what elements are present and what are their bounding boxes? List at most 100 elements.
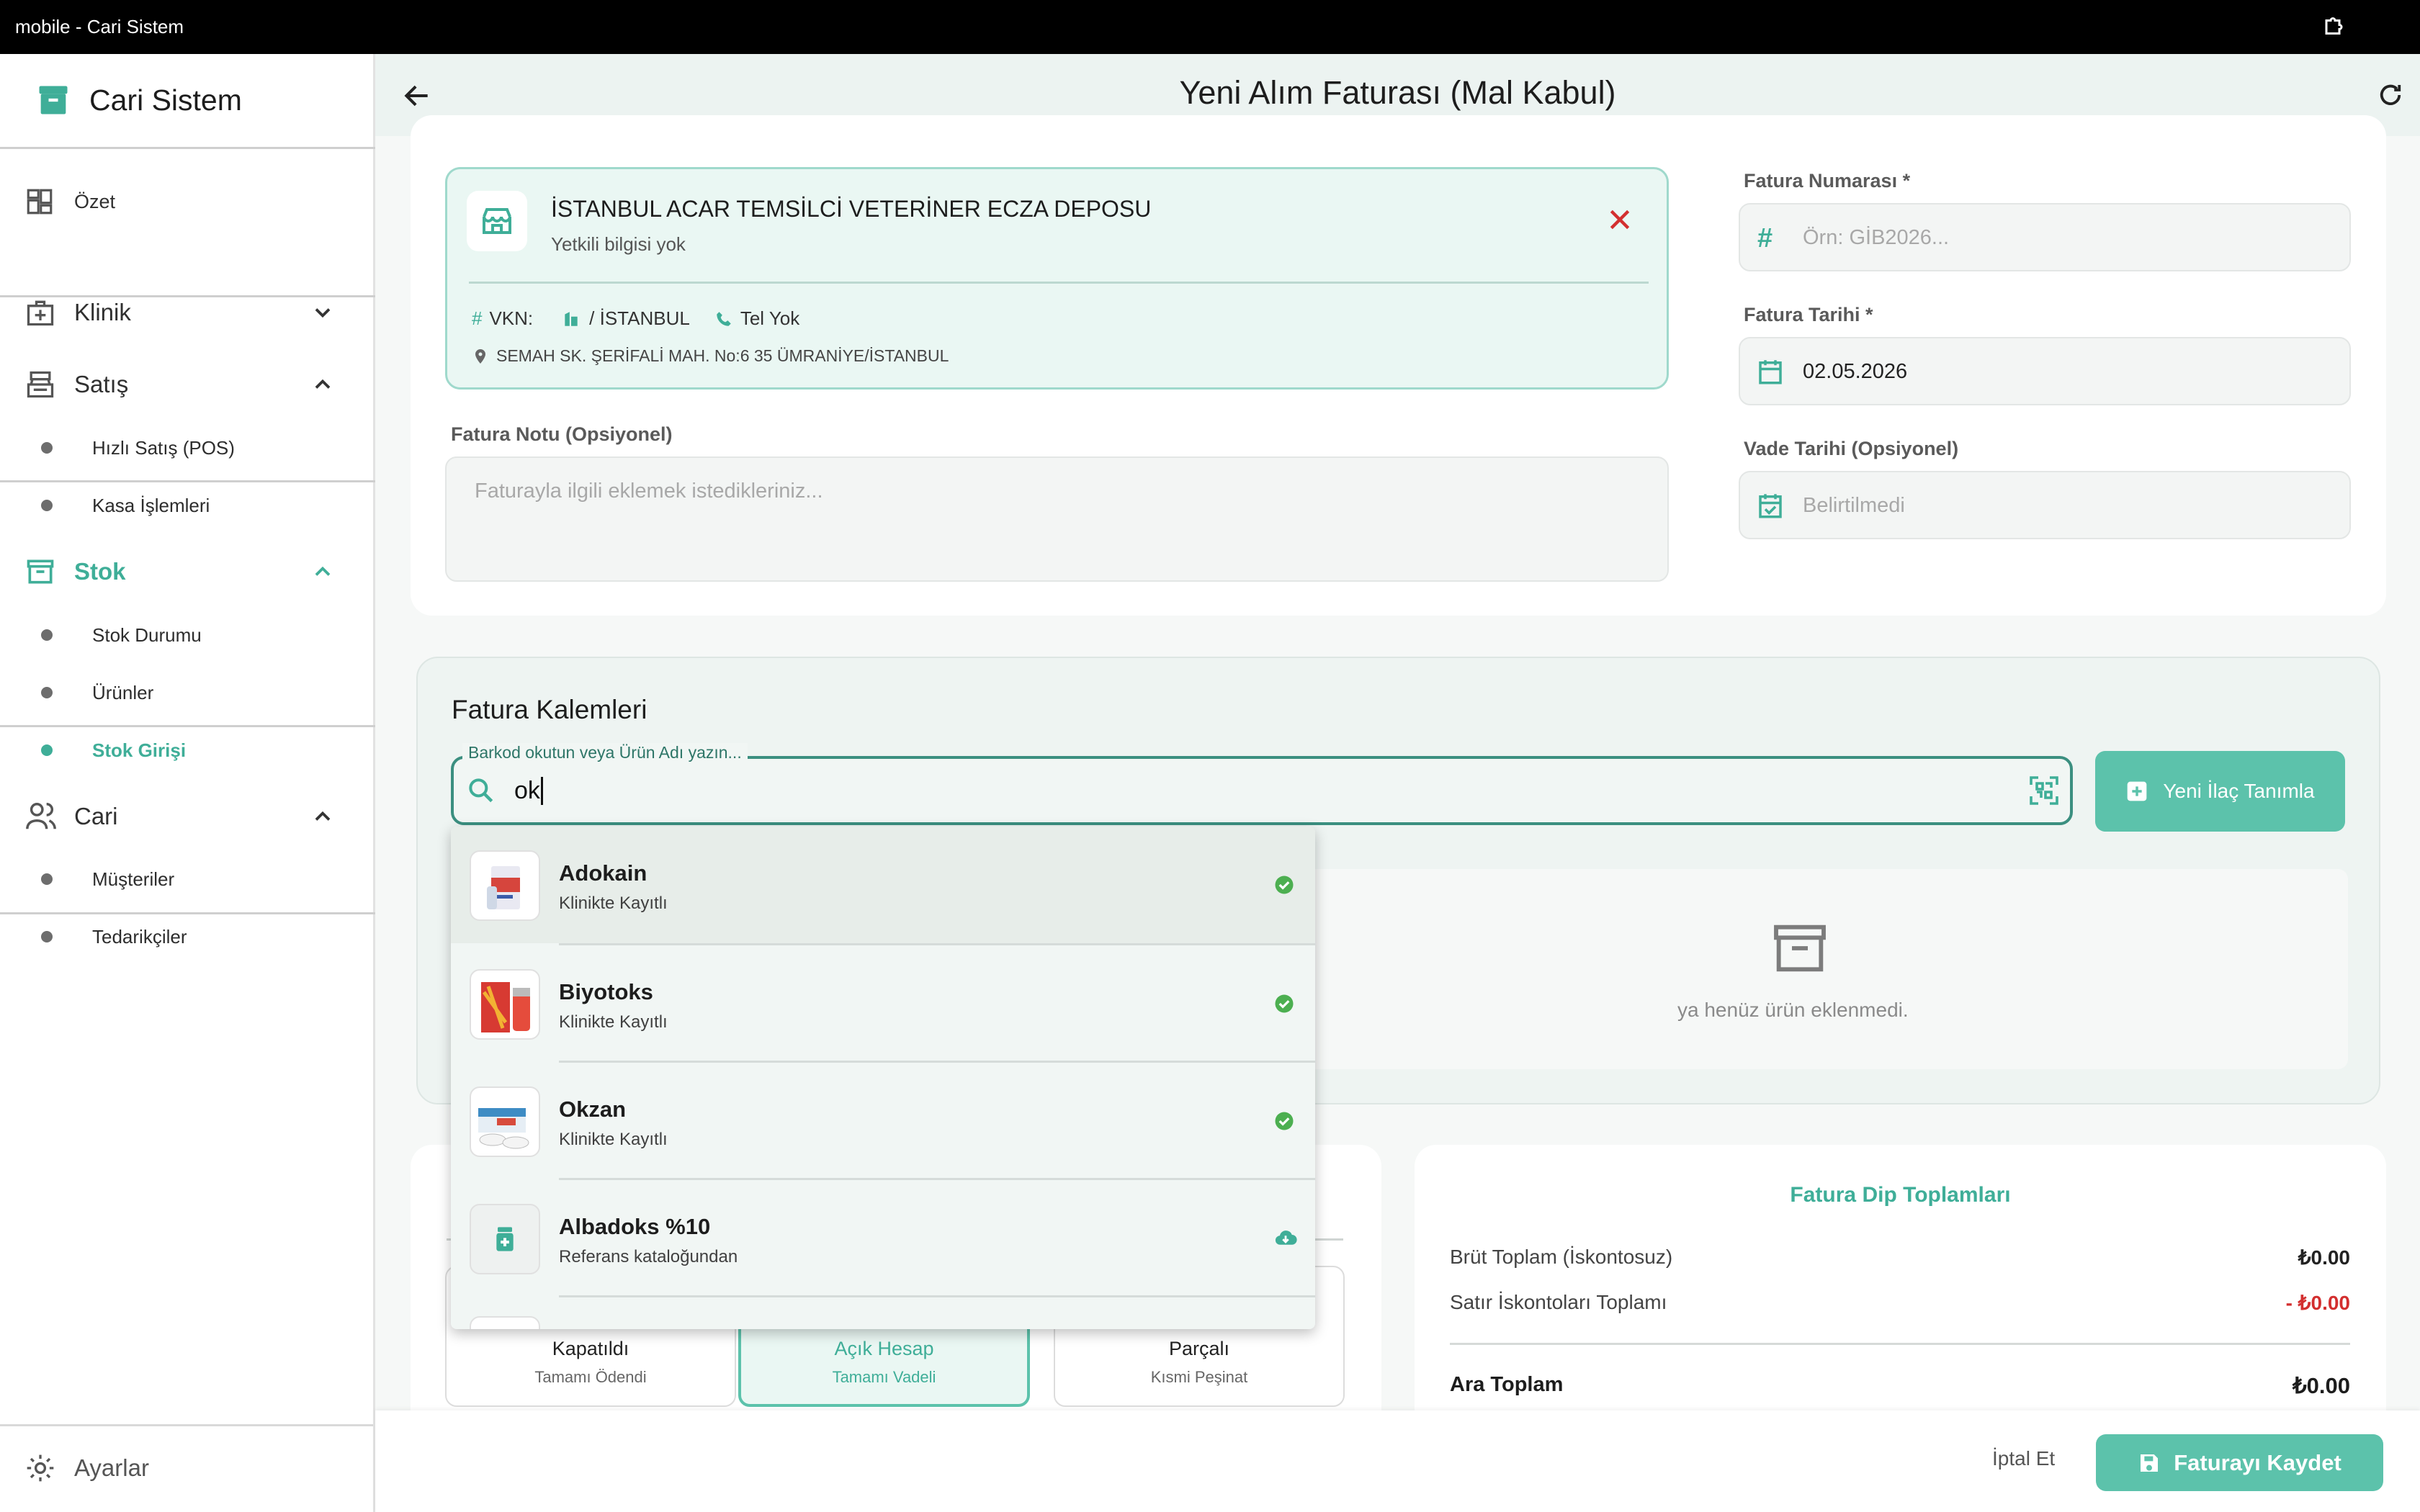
invoice-date-value: 02.05.2026 xyxy=(1803,360,1908,383)
product-thumbnail xyxy=(470,969,540,1040)
divider xyxy=(0,480,375,482)
hash-icon: # xyxy=(1757,223,1773,253)
suggestion-item-albadoks[interactable]: Albadoks %10 Referans kataloğundan xyxy=(451,1180,1315,1297)
vkn-label: VKN: xyxy=(489,307,534,329)
sidebar-item-hizli-satis[interactable]: Hızlı Satış (POS) xyxy=(0,423,373,473)
suggestion-sub: Referans kataloğundan xyxy=(559,1247,738,1266)
suggestion-name: Albadoks %10 xyxy=(559,1214,711,1239)
sidebar-item-label: Ürünler xyxy=(92,681,154,703)
empty-text: ya henüz ürün eklenmedi. xyxy=(1677,999,1909,1021)
product-search-input[interactable]: Barkod okutun veya Ürün Adı yazın... ok xyxy=(451,743,2073,825)
discount-label: Satır İskontoları Toplamı xyxy=(1450,1291,1667,1313)
product-thumbnail xyxy=(470,1316,540,1329)
bullet xyxy=(41,873,53,885)
gear-icon xyxy=(24,1452,56,1484)
note-textarea[interactable]: Faturayla ilgili eklemek istedikleriniz.… xyxy=(445,456,1669,582)
invoice-number-label: Fatura Numarası * xyxy=(1744,170,1911,192)
suggestion-item-biyotoks[interactable]: Biyotoks Klinikte Kayıtlı xyxy=(451,945,1315,1062)
bullet xyxy=(41,442,53,454)
supplier-meta: # VKN: / İSTANBUL Tel Yok xyxy=(472,307,799,330)
location-pin-icon xyxy=(472,348,489,365)
search-value: ok xyxy=(514,777,543,805)
subtotal-label: Ara Toplam xyxy=(1450,1373,1564,1396)
bullet xyxy=(41,629,53,641)
sidebar-item-stok-girisi[interactable]: Stok Girişi xyxy=(0,725,373,775)
supplier-address-row: SEMAH SK. ŞERİFALİ MAH. No:6 35 ÜMRANİYE… xyxy=(472,346,949,366)
sidebar-item-label: Klinik xyxy=(74,299,131,325)
divider xyxy=(0,147,375,149)
new-medicine-button[interactable]: Yeni İlaç Tanımla xyxy=(2095,751,2345,832)
suggestion-name: Biyotoks xyxy=(559,979,653,1004)
supplier-card: İSTANBUL ACAR TEMSİLCİ VETERİNER ECZA DE… xyxy=(445,167,1669,390)
plus-box-icon xyxy=(2125,780,2148,803)
note-label: Fatura Notu (Opsiyonel) xyxy=(451,423,673,445)
sidebar-item-urunler[interactable]: Ürünler xyxy=(0,667,373,718)
invoice-date-field[interactable]: 02.05.2026 xyxy=(1739,337,2351,405)
phone-icon xyxy=(714,310,733,328)
sidebar-item-stok-durumu[interactable]: Stok Durumu xyxy=(0,610,373,660)
sidebar-item-label: Stok Durumu xyxy=(92,624,202,646)
check-circle-icon xyxy=(1273,993,1295,1014)
invoice-number-field[interactable]: # Örn: GİB2026... xyxy=(1739,203,2351,271)
save-icon xyxy=(2138,1452,2161,1475)
save-invoice-button[interactable]: Faturayı Kaydet xyxy=(2096,1434,2383,1491)
gross-value: ₺0.00 xyxy=(2298,1246,2350,1269)
sidebar-item-label: Hızlı Satış (POS) xyxy=(92,436,235,459)
sidebar-item-kasa-islemleri[interactable]: Kasa İşlemleri xyxy=(0,480,373,531)
section-title: Fatura Kalemleri xyxy=(452,695,647,724)
search-floating-label: Barkod okutun veya Ürün Adı yazın... xyxy=(462,743,748,762)
barcode-scan-icon[interactable] xyxy=(2027,773,2061,808)
payment-option-title: Kapatıldı xyxy=(552,1338,629,1359)
note-placeholder: Faturayla ilgili eklemek istedikleriniz.… xyxy=(475,480,823,503)
sidebar-item-ozet[interactable]: Özet xyxy=(0,176,373,227)
due-date-label: Vade Tarihi (Opsiyonel) xyxy=(1744,438,1959,459)
archive-icon xyxy=(24,556,56,588)
suggestion-item-adokain[interactable]: Adokain Klinikte Kayıtlı xyxy=(451,827,1315,943)
medical-bag-icon xyxy=(24,297,56,328)
divider xyxy=(559,1295,1315,1297)
sidebar-item-cari[interactable]: Cari xyxy=(0,791,373,842)
supplier-city: / İSTANBUL xyxy=(589,307,690,329)
sidebar-item-musteriler[interactable]: Müşteriler xyxy=(0,854,373,904)
sidebar-item-label: Müşteriler xyxy=(92,868,175,890)
close-icon[interactable] xyxy=(1605,205,1634,234)
divider xyxy=(0,295,375,297)
calendar-icon xyxy=(1755,356,1785,387)
due-date-field[interactable]: Belirtilmedi xyxy=(1739,471,2351,539)
people-icon xyxy=(24,800,58,833)
sidebar-item-satis[interactable]: Satış xyxy=(0,359,373,410)
sidebar-item-tedarikciler[interactable]: Tedarikçiler xyxy=(0,912,373,962)
extension-icon[interactable] xyxy=(2322,13,2348,39)
cash-register-icon xyxy=(24,369,56,400)
sidebar-item-ayarlar[interactable]: Ayarlar xyxy=(0,1435,373,1501)
sidebar-item-label: Cari xyxy=(74,803,118,829)
chevron-up-icon xyxy=(310,559,336,585)
invoice-date-label: Fatura Tarihi * xyxy=(1744,304,1873,325)
chevron-up-icon xyxy=(310,372,336,397)
product-thumbnail xyxy=(470,850,540,921)
refresh-icon[interactable] xyxy=(2375,80,2406,110)
supplier-phone: Tel Yok xyxy=(740,307,800,329)
payment-option-title: Açık Hesap xyxy=(834,1338,934,1359)
suggestion-sub: Klinikte Kayıtlı xyxy=(559,1012,668,1032)
sidebar-item-stok[interactable]: Stok xyxy=(0,546,373,597)
sidebar-item-label: Kasa İşlemleri xyxy=(92,494,210,516)
sidebar-item-label: Satış xyxy=(74,371,129,397)
footer-bar: İptal Et Faturayı Kaydet xyxy=(375,1410,2420,1512)
cancel-button[interactable]: İptal Et xyxy=(1992,1447,2055,1470)
divider xyxy=(1450,1343,2350,1345)
window-title: mobile - Cari Sistem xyxy=(15,16,184,37)
subtotal-value: ₺0.00 xyxy=(2292,1373,2350,1398)
supplier-contact: Yetkili bilgisi yok xyxy=(551,233,686,255)
suggestion-item-okzan[interactable]: Okzan Klinikte Kayıtlı xyxy=(451,1063,1315,1179)
dashboard-icon xyxy=(24,186,55,217)
calendar-check-icon xyxy=(1755,490,1785,521)
new-medicine-label: Yeni İlaç Tanımla xyxy=(2163,780,2315,802)
sidebar-brand[interactable]: Cari Sistem xyxy=(35,81,242,119)
pill-bottle-icon xyxy=(470,1204,540,1274)
bullet xyxy=(41,687,53,698)
invoice-number-placeholder: Örn: GİB2026... xyxy=(1803,226,1950,249)
archive-logo-icon xyxy=(35,81,72,119)
sidebar-item-label: Özet xyxy=(74,190,116,212)
archive-empty-icon xyxy=(1768,917,1832,980)
